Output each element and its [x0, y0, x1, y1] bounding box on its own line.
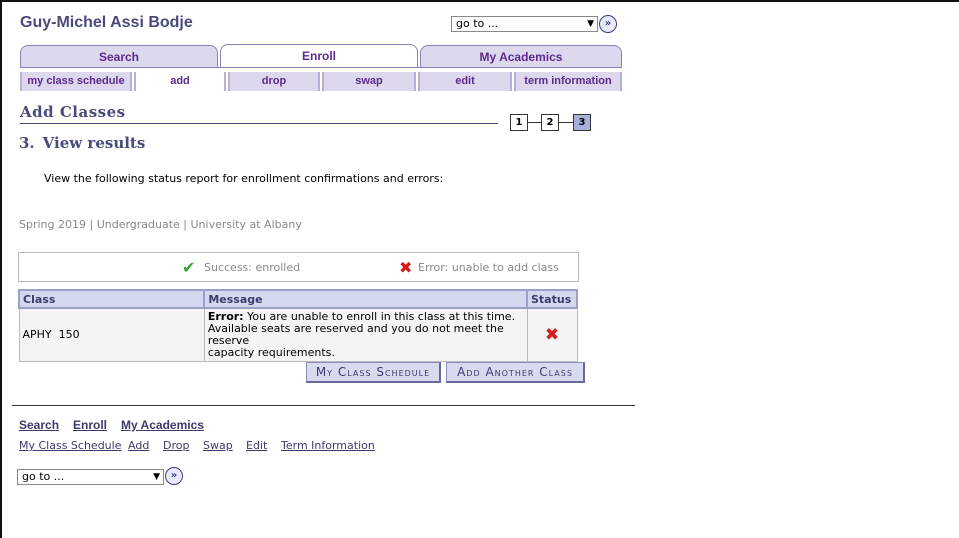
footer-link-my-class-schedule[interactable]: My Class Schedule [19, 439, 121, 452]
footer-divider [12, 405, 635, 406]
footer-link-enroll[interactable]: Enroll [73, 418, 107, 432]
footer-goto-select[interactable]: go to ... ▼ [17, 469, 164, 485]
tab-enroll[interactable]: Enroll [220, 44, 418, 68]
footer-goto-button-icon[interactable]: » [165, 467, 183, 485]
message-line-3: capacity requirements. [207, 346, 335, 359]
step-connector [559, 122, 573, 123]
status-error-icon: ✖ [526, 307, 578, 362]
step-3-indicator: 3 [573, 114, 591, 131]
checkmark-icon: ✔ [182, 258, 196, 277]
subtab-add[interactable]: add [134, 72, 226, 91]
student-name: Guy-Michel Assi Bodje [20, 14, 193, 31]
class-cell: APHY 150 [18, 307, 205, 362]
footer-link-search[interactable]: Search [19, 418, 59, 432]
footer-link-edit[interactable]: Edit [246, 439, 267, 452]
step-heading-title: View results [42, 134, 146, 152]
footer-link-drop[interactable]: Drop [163, 439, 189, 452]
intro-text: View the following status report for enr… [44, 172, 444, 185]
step-2-indicator: 2 [541, 114, 559, 131]
title-rule [20, 123, 498, 124]
dropdown-arrow-icon: ▼ [587, 19, 594, 29]
step-connector [528, 122, 542, 123]
footer-link-term-information[interactable]: Term Information [281, 439, 375, 452]
my-class-schedule-button[interactable]: My Class Schedule [306, 362, 441, 383]
subtab-swap[interactable]: swap [322, 72, 416, 91]
step-heading: 3. View results [19, 134, 145, 152]
error-x-icon: ✖ [399, 258, 413, 277]
dropdown-arrow-icon: ▼ [153, 472, 160, 482]
message-cell: Error: You are unable to enroll in this … [203, 307, 528, 362]
table-header-row: Class Message Status [17, 289, 578, 309]
legend-success-label: Success: enrolled [204, 261, 301, 274]
tab-my-academics[interactable]: My Academics [420, 45, 622, 68]
footer-link-add[interactable]: Add [128, 439, 149, 452]
term-info: Spring 2019 | Undergraduate | University… [19, 218, 302, 231]
column-header-message: Message [203, 289, 528, 309]
subtab-my-class-schedule[interactable]: my class schedule [20, 72, 132, 91]
footer-link-my-academics[interactable]: My Academics [121, 418, 204, 432]
window-top-border [0, 0, 959, 2]
subtab-drop[interactable]: drop [228, 72, 320, 91]
status-legend: ✔ Success: enrolled ✖ Error: unable to a… [18, 252, 579, 282]
goto-select-value: go to ... [456, 17, 499, 30]
step-1-indicator: 1 [510, 114, 528, 131]
message-line-2: Available seats are reserved and you do … [207, 322, 504, 347]
table-row: APHY 150 Error: You are unable to enroll… [18, 307, 578, 362]
footer-goto-select-value: go to ... [22, 470, 65, 483]
tab-divider-line [20, 67, 622, 68]
step-heading-number: 3. [19, 134, 35, 152]
subtab-term-information[interactable]: term information [514, 72, 622, 91]
legend-error-label: Error: unable to add class [418, 261, 559, 274]
goto-select[interactable]: go to ... ▼ [451, 16, 598, 32]
subtab-edit[interactable]: edit [418, 72, 512, 91]
results-table: Class Message Status APHY 150 Error: You… [17, 289, 578, 362]
footer-link-swap[interactable]: Swap [203, 439, 233, 452]
tab-search[interactable]: Search [20, 45, 218, 68]
goto-button-icon[interactable]: » [599, 15, 617, 33]
column-header-class: Class [17, 289, 206, 309]
window-left-border [0, 0, 2, 538]
add-another-class-button[interactable]: Add Another Class [446, 362, 585, 383]
column-header-status: Status [526, 289, 578, 309]
page-title: Add Classes [20, 103, 126, 121]
